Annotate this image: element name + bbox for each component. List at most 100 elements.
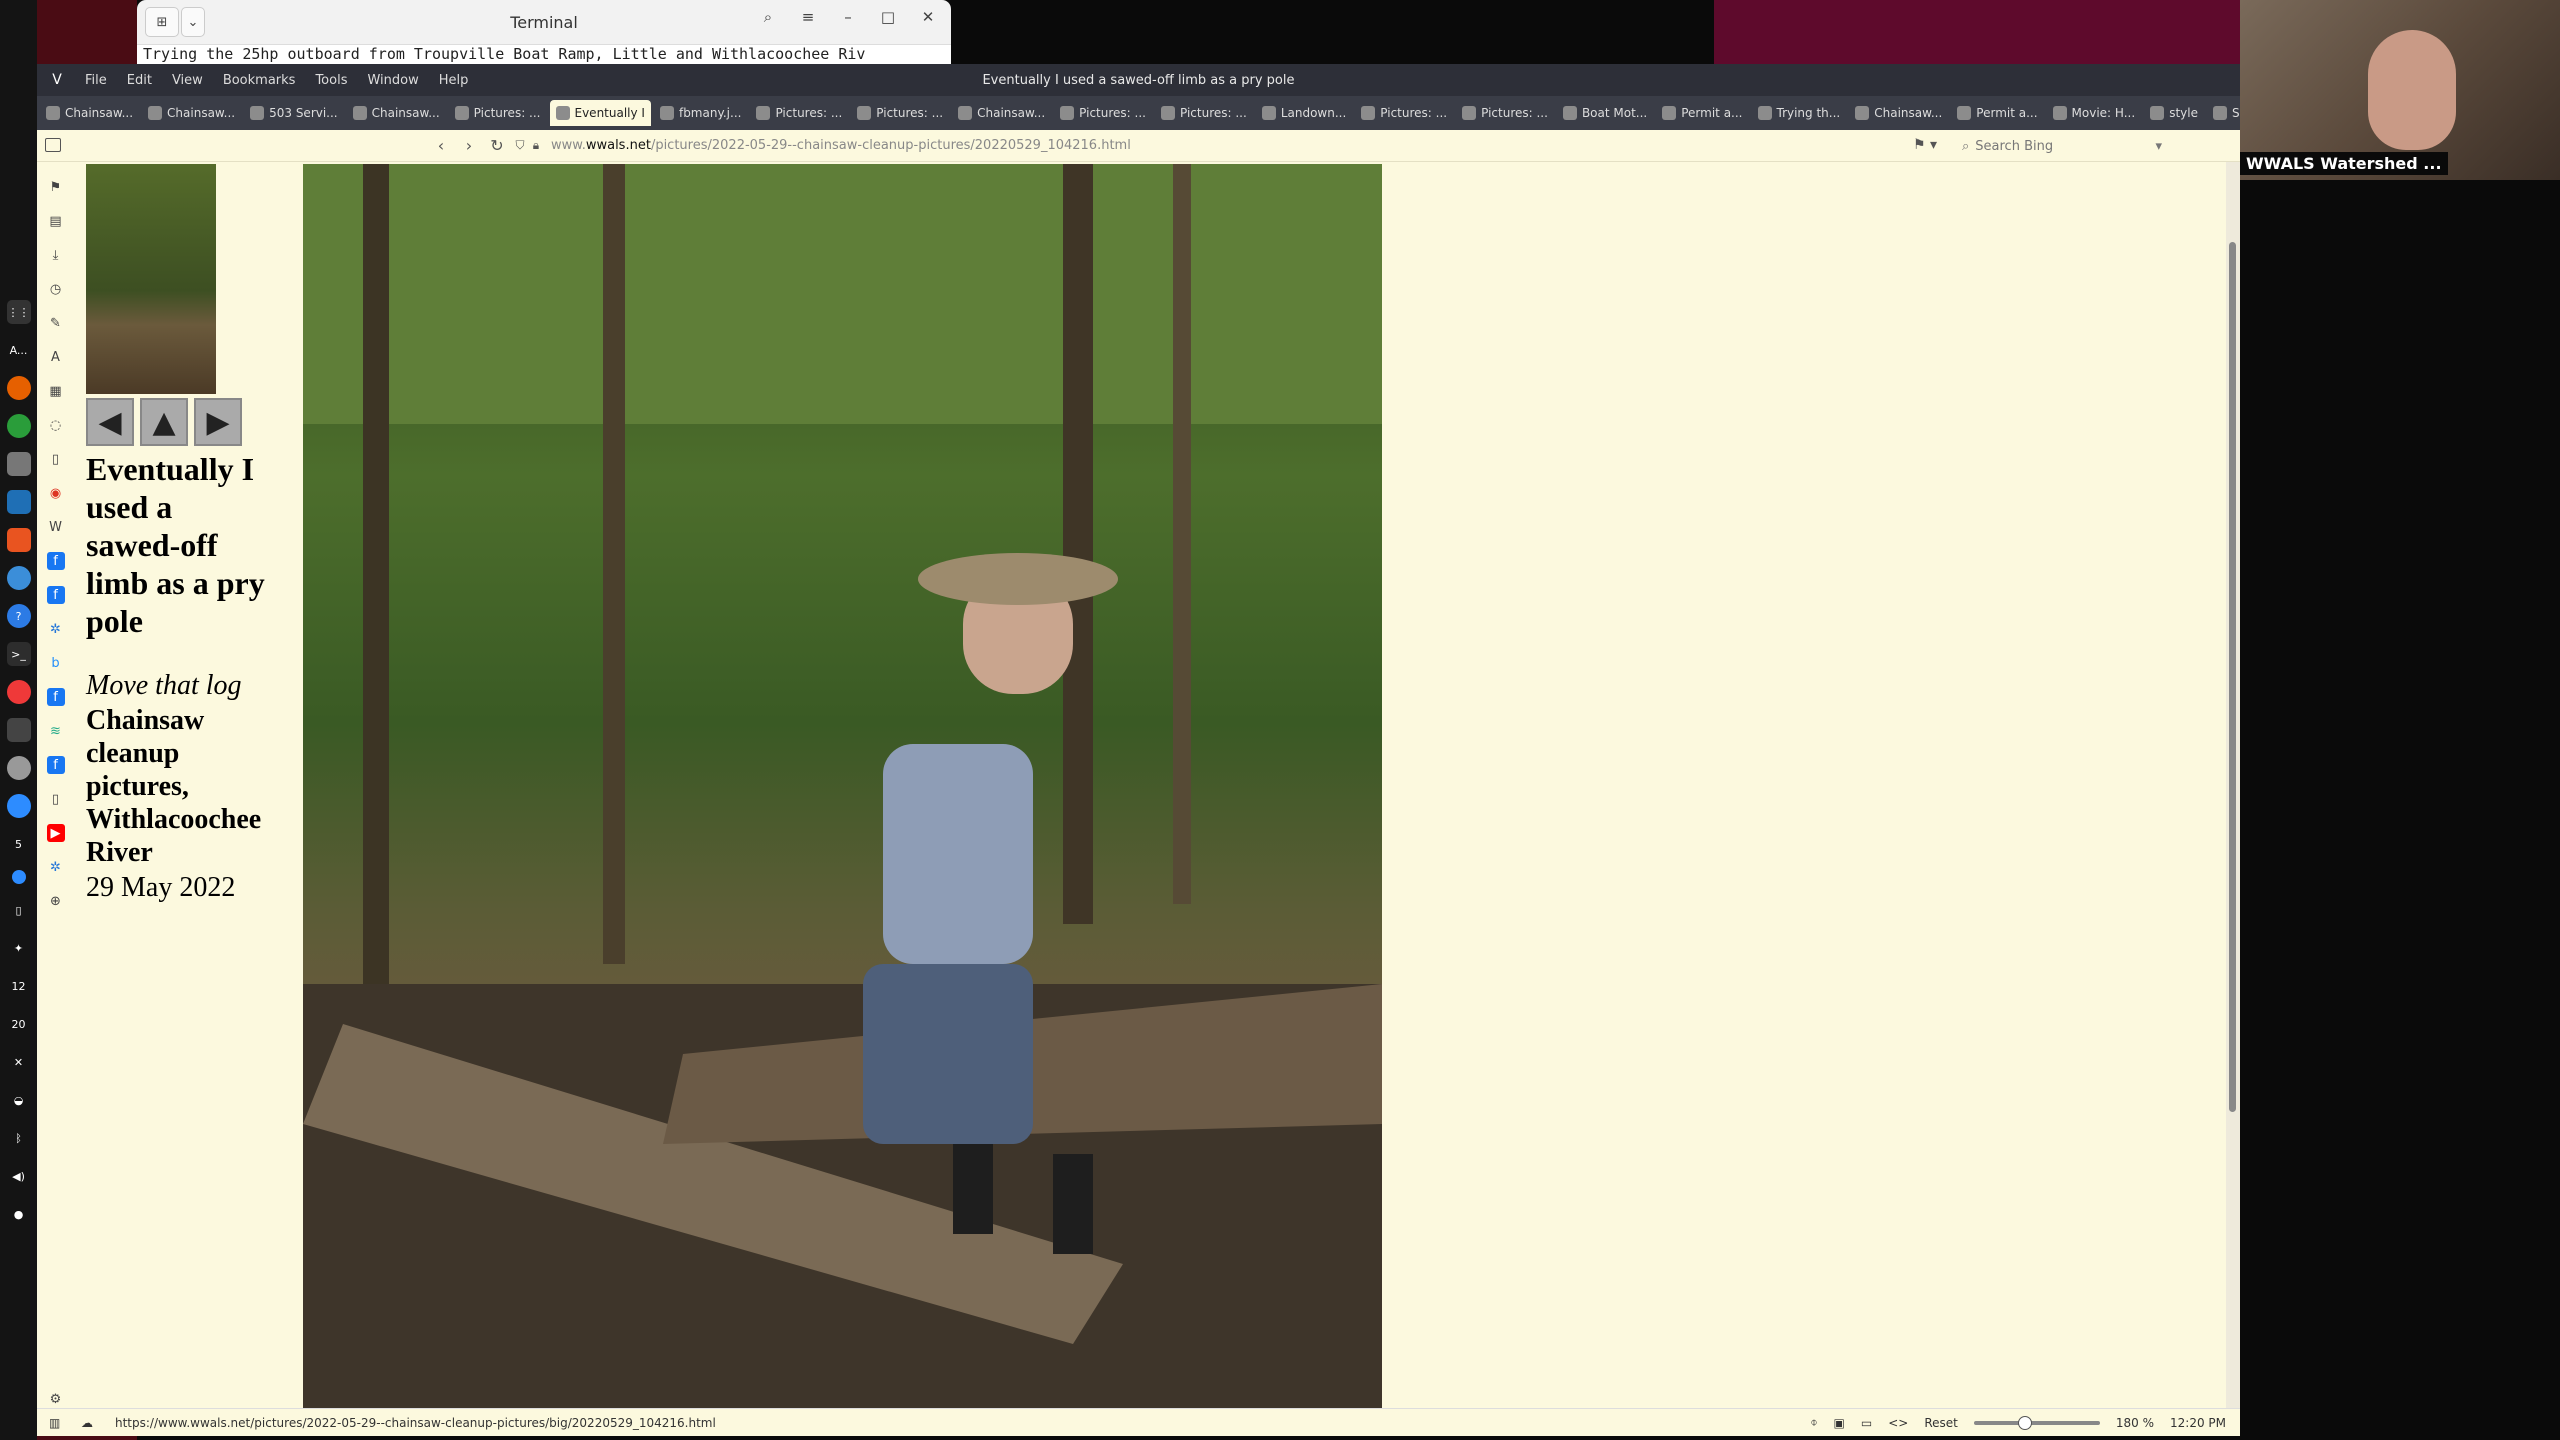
terminal-titlebar[interactable]: ⊞ ⌄ Terminal ⌕ ≡ – □ ✕ <box>137 0 951 45</box>
tab-menu-button[interactable]: ⌄ <box>181 7 205 37</box>
search-dropdown-icon[interactable]: ▾ <box>2155 139 2162 154</box>
translate-icon[interactable]: A <box>47 348 65 366</box>
page-icon[interactable]: ▯ <box>47 450 65 468</box>
chat-icon[interactable]: ◌ <box>47 416 65 434</box>
tab[interactable]: Pictures: ... <box>1355 100 1453 126</box>
menu-help[interactable]: Help <box>429 73 479 88</box>
facebook-icon[interactable]: f <box>46 552 65 570</box>
menu-file[interactable]: File <box>75 73 117 88</box>
tab[interactable]: Chainsaw... <box>952 100 1051 126</box>
tab[interactable]: Movie: H... <box>2047 100 2142 126</box>
next-photo-button[interactable]: ▶ <box>194 398 242 446</box>
maximize-icon[interactable]: □ <box>875 8 901 26</box>
tab[interactable]: Suwanne... <box>2207 100 2240 126</box>
terminal-output[interactable]: Trying the 25hp outboard from Troupville… <box>137 45 951 64</box>
panel-toggle-icon-bottom[interactable]: ▥ <box>49 1416 60 1430</box>
tab[interactable]: Chainsaw... <box>40 100 139 126</box>
menu-view[interactable]: View <box>162 73 213 88</box>
terminal-window[interactable]: ⊞ ⌄ Terminal ⌕ ≡ – □ ✕ Trying the 25hp o… <box>137 0 951 64</box>
hamburger-menu-icon[interactable]: ≡ <box>795 8 821 26</box>
wikipedia-icon[interactable]: W <box>47 518 65 536</box>
tab[interactable]: Pictures: ... <box>750 100 848 126</box>
facebook-icon-3[interactable]: f <box>46 688 65 706</box>
menu-window[interactable]: Window <box>357 73 428 88</box>
bing-icon[interactable]: b <box>47 654 65 672</box>
star-icon[interactable]: ✲ <box>47 620 65 638</box>
forward-icon[interactable]: › <box>455 136 483 155</box>
up-index-button[interactable]: ▲ <box>140 398 188 446</box>
notes-icon[interactable]: ✎ <box>47 314 65 332</box>
tab[interactable]: Permit a... <box>1951 100 2043 126</box>
menu-edit[interactable]: Edit <box>117 73 162 88</box>
tab[interactable]: Chainsaw... <box>347 100 446 126</box>
previous-photo-button[interactable]: ◀ <box>86 398 134 446</box>
reload-icon[interactable]: ↻ <box>483 136 511 155</box>
screenshot-icon[interactable] <box>6 718 31 742</box>
volume-icon[interactable]: ◀) <box>7 1164 31 1188</box>
star-icon-2[interactable]: ✲ <box>47 858 65 876</box>
bookmark-icon[interactable]: ⚑ ▾ <box>1913 137 1937 153</box>
tab[interactable]: Pictures: ... <box>1155 100 1253 126</box>
shield-icon[interactable]: ⛉ <box>511 138 529 153</box>
tab[interactable]: Permit a... <box>1656 100 1748 126</box>
files-icon[interactable] <box>6 452 31 476</box>
accessibility-icon[interactable]: ✦ <box>7 936 31 960</box>
image-toggle-icon[interactable]: ▣ <box>1834 1416 1845 1430</box>
main-photo[interactable] <box>303 164 1382 1408</box>
vivaldi-panel-icon[interactable]: ◉ <box>47 484 65 502</box>
panel-toggle-icon[interactable] <box>45 138 61 152</box>
calendar-icon[interactable]: ▦ <box>47 382 65 400</box>
tab[interactable]: Landown... <box>1256 100 1352 126</box>
downloads-icon[interactable]: ⤓ <box>47 246 65 264</box>
search-field[interactable]: ⌕ Search Bing ▾ <box>1962 135 2162 157</box>
add-panel-icon[interactable]: ⊕ <box>47 892 65 910</box>
code-icon[interactable]: <> <box>1888 1416 1908 1430</box>
tab-active[interactable]: Eventually I <box>549 100 651 126</box>
tab[interactable]: Pictures: ... <box>851 100 949 126</box>
youtube-icon[interactable]: ▶ <box>46 824 65 842</box>
facebook-icon-2[interactable]: f <box>46 586 65 604</box>
tab[interactable]: Chainsaw... <box>142 100 241 126</box>
back-icon[interactable]: ‹ <box>427 136 455 155</box>
cloud-sync-icon[interactable]: ☁ <box>81 1416 93 1430</box>
settings-icon[interactable]: ⚙ <box>47 1390 65 1408</box>
tab[interactable]: Chainsaw... <box>1849 100 1948 126</box>
notifications-icon[interactable]: ✕ <box>7 1050 31 1074</box>
vivaldi-icon[interactable] <box>6 680 31 704</box>
appstore-icon[interactable] <box>6 566 31 590</box>
help-icon[interactable]: ? <box>6 604 31 628</box>
new-tab-button[interactable]: ⊞ <box>145 7 179 37</box>
menu-bookmarks[interactable]: Bookmarks <box>213 73 306 88</box>
chrome-icon[interactable] <box>6 414 31 438</box>
tab[interactable]: fbmany.j... <box>654 100 747 126</box>
firefox-icon[interactable] <box>6 376 31 400</box>
zoom-icon[interactable] <box>6 794 31 818</box>
search-icon[interactable]: ⌕ <box>755 8 781 26</box>
menu-tools[interactable]: Tools <box>305 73 357 88</box>
close-icon[interactable]: ✕ <box>915 8 941 26</box>
minimize-icon[interactable]: – <box>835 8 861 26</box>
software-icon[interactable] <box>6 528 31 552</box>
zoom-slider[interactable] <box>1973 1415 2100 1430</box>
disk-icon[interactable] <box>6 756 31 780</box>
bookmarks-panel-icon[interactable]: ⚑ <box>47 178 65 196</box>
tab[interactable]: Pictures: ... <box>1456 100 1554 126</box>
vivaldi-logo-icon[interactable]: V <box>45 68 69 92</box>
stream-icon[interactable]: ≋ <box>47 722 65 740</box>
zoom-reset-button[interactable]: Reset <box>1924 1416 1958 1430</box>
thumbnail-image[interactable] <box>86 164 216 394</box>
app-grid-icon[interactable]: ⋮⋮ <box>6 300 31 324</box>
wifi-icon[interactable]: ◒ <box>7 1088 31 1112</box>
history-icon[interactable]: ◷ <box>47 280 65 298</box>
tab[interactable]: style <box>2144 100 2204 126</box>
url-field[interactable]: www. wwals.net /pictures/2022-05-29--cha… <box>551 138 1131 153</box>
zoom-small-icon[interactable] <box>11 870 26 884</box>
lock-icon[interactable]: 🔒︎ <box>529 138 543 153</box>
tab[interactable]: Boat Mot... <box>1557 100 1653 126</box>
bluetooth-icon[interactable]: ᛒ <box>7 1126 31 1150</box>
page-icon-2[interactable]: ▯ <box>47 790 65 808</box>
scrollbar-thumb[interactable] <box>2229 242 2236 1112</box>
browser-window[interactable]: V File Edit View Bookmarks Tools Window … <box>37 64 2240 1436</box>
capture-icon[interactable]: ⌽ <box>1810 1415 1817 1430</box>
tiling-icon[interactable]: ▭ <box>1861 1416 1872 1430</box>
